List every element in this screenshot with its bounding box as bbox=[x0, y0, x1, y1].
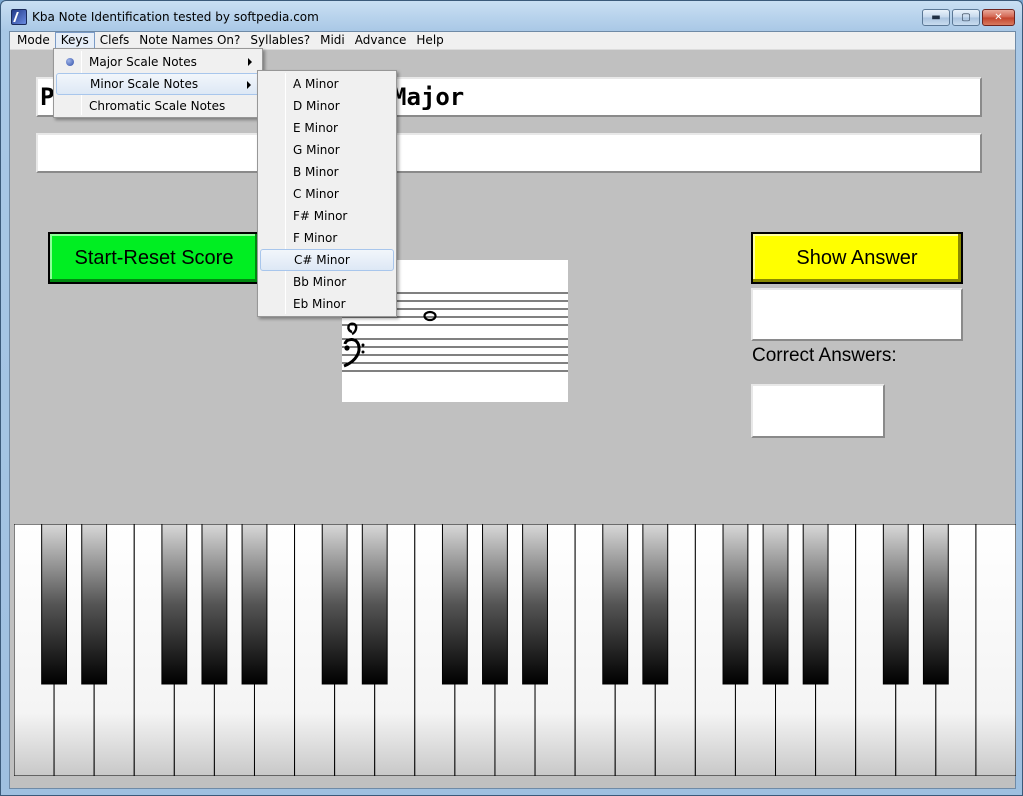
close-icon: ✕ bbox=[994, 12, 1003, 23]
menu-item-major-scale-notes[interactable]: Major Scale Notes bbox=[56, 51, 260, 73]
black-key[interactable] bbox=[241, 524, 268, 685]
caption-buttons: ▬ ▢ ✕ bbox=[922, 9, 1015, 26]
menu-item-b-minor[interactable]: B Minor bbox=[260, 161, 394, 183]
menu-item-f-minor[interactable]: F Minor bbox=[260, 227, 394, 249]
show-answer-button[interactable]: Show Answer bbox=[751, 232, 963, 284]
black-key[interactable] bbox=[482, 524, 508, 685]
menu-item-a-minor[interactable]: A Minor bbox=[260, 73, 394, 95]
black-key[interactable] bbox=[41, 524, 68, 685]
window-title: Kba Note Identification tested by softpe… bbox=[32, 10, 319, 24]
whole-note bbox=[423, 310, 437, 322]
submenu-arrow-icon bbox=[247, 81, 251, 89]
app-window: Kba Note Identification tested by softpe… bbox=[0, 0, 1023, 796]
correct-answers-label: Correct Answers: bbox=[752, 345, 897, 366]
black-key[interactable] bbox=[441, 524, 468, 685]
black-key[interactable] bbox=[642, 524, 669, 685]
radio-checked-icon bbox=[66, 58, 74, 66]
black-key[interactable] bbox=[361, 524, 388, 685]
menu-mode[interactable]: Mode bbox=[12, 32, 55, 50]
black-key[interactable] bbox=[802, 524, 829, 685]
close-button[interactable]: ✕ bbox=[982, 9, 1015, 26]
black-key[interactable] bbox=[522, 524, 548, 685]
bass-clef-icon bbox=[343, 338, 365, 368]
secondary-display[interactable] bbox=[36, 133, 982, 173]
submenu-arrow-icon bbox=[248, 58, 252, 66]
menu-item-bb-minor[interactable]: Bb Minor bbox=[260, 271, 394, 293]
minimize-button[interactable]: ▬ bbox=[922, 9, 950, 26]
menu-item-g-minor[interactable]: G Minor bbox=[260, 139, 394, 161]
menu-item-chromatic-scale-notes[interactable]: Chromatic Scale Notes bbox=[56, 95, 260, 117]
black-key[interactable] bbox=[321, 524, 348, 685]
menu-midi[interactable]: Midi bbox=[315, 32, 350, 50]
menu-help[interactable]: Help bbox=[411, 32, 448, 50]
title-bar[interactable]: Kba Note Identification tested by softpe… bbox=[1, 1, 1022, 31]
menu-item-label: Minor Scale Notes bbox=[90, 77, 199, 91]
menu-item-c-minor[interactable]: C Minor bbox=[260, 183, 394, 205]
menu-advance[interactable]: Advance bbox=[350, 32, 412, 50]
black-key[interactable] bbox=[722, 524, 749, 685]
correct-answers-box[interactable] bbox=[751, 384, 885, 438]
bass-staff-lines bbox=[342, 338, 568, 372]
black-key[interactable] bbox=[922, 524, 949, 685]
start-reset-score-button[interactable]: Start-Reset Score bbox=[48, 232, 260, 284]
client-area: Mode Keys Clefs Note Names On? Syllables… bbox=[9, 31, 1016, 789]
menu-keys[interactable]: Keys bbox=[54, 31, 95, 50]
menu-item-label: Chromatic Scale Notes bbox=[89, 99, 226, 113]
piano-keyboard[interactable] bbox=[14, 524, 1016, 776]
menu-item-minor-scale-notes[interactable]: Minor Scale Notes bbox=[56, 73, 260, 95]
maximize-icon: ▢ bbox=[961, 12, 971, 23]
menu-item-d-minor[interactable]: D Minor bbox=[260, 95, 394, 117]
menu-item-e-minor[interactable]: E Minor bbox=[260, 117, 394, 139]
menu-item-label: Major Scale Notes bbox=[89, 55, 197, 69]
key-display-right-text: Major bbox=[392, 83, 465, 111]
black-key[interactable] bbox=[882, 524, 909, 685]
menu-item-f-sharp-minor[interactable]: F# Minor bbox=[260, 205, 394, 227]
black-key[interactable] bbox=[161, 524, 188, 685]
app-icon bbox=[11, 9, 27, 25]
black-key[interactable] bbox=[81, 524, 108, 685]
menu-item-eb-minor[interactable]: Eb Minor bbox=[260, 293, 394, 315]
black-key[interactable] bbox=[762, 524, 789, 685]
black-key[interactable] bbox=[602, 524, 629, 685]
menu-clefs[interactable]: Clefs bbox=[95, 32, 135, 50]
menu-note-names[interactable]: Note Names On? bbox=[134, 32, 245, 50]
white-key[interactable] bbox=[975, 524, 1016, 776]
minor-scale-submenu: A Minor D Minor E Minor G Minor B Minor C Min… bbox=[257, 70, 397, 317]
minimize-icon: ▬ bbox=[931, 12, 941, 23]
keys-menu: Major Scale Notes Minor Scale Notes Chro… bbox=[53, 48, 263, 118]
black-key[interactable] bbox=[201, 524, 228, 685]
menu-syllables[interactable]: Syllables? bbox=[245, 32, 315, 50]
menu-item-c-sharp-minor[interactable]: C# Minor bbox=[260, 249, 394, 271]
maximize-button[interactable]: ▢ bbox=[952, 9, 980, 26]
answer-box[interactable] bbox=[751, 288, 963, 341]
